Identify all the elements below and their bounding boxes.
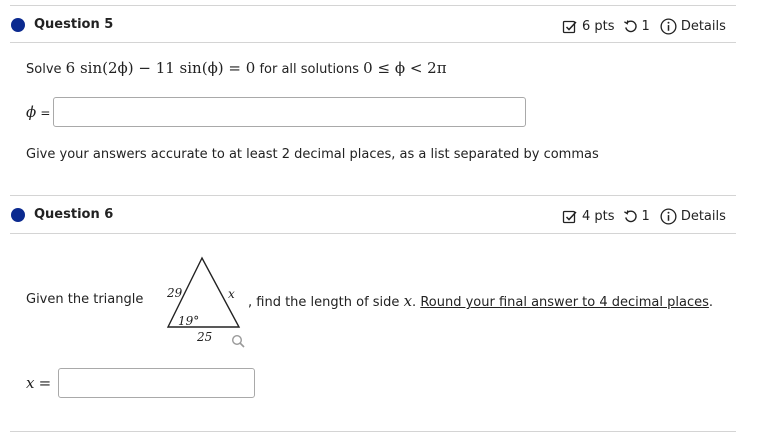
info-icon[interactable] — [660, 18, 677, 35]
side-x-label: x — [228, 287, 235, 301]
phi-symbol: ϕ — [26, 103, 37, 121]
question-6-meta: 4 pts 1 Details — [562, 208, 726, 225]
divider — [10, 195, 736, 196]
edit-check-icon — [562, 19, 578, 35]
answer-input-phi[interactable] — [53, 97, 526, 127]
equals-sign: = — [38, 374, 52, 392]
period: . — [412, 295, 417, 310]
divider — [10, 42, 736, 43]
base-25-label: 25 — [196, 330, 212, 344]
points-label: 4 pts — [582, 209, 615, 224]
x-symbol: x — [26, 374, 35, 392]
details-link[interactable]: Details — [681, 209, 726, 224]
angle-19-label: 19° — [178, 314, 199, 328]
answer-label: ϕ = — [26, 103, 50, 121]
given-text: Given the triangle — [26, 292, 144, 307]
attempts-count: 1 — [641, 19, 650, 34]
period: . — [708, 295, 714, 310]
for-all-text: for all solutions — [259, 62, 360, 77]
divider — [10, 5, 736, 6]
question-bullet-icon — [11, 208, 25, 222]
side-29-label: 29 — [166, 286, 183, 300]
question-6-title: Question 6 — [34, 207, 114, 222]
solve-word: Solve — [26, 62, 62, 77]
instructions-text: Give your answers accurate to at least 2… — [26, 147, 599, 162]
divider — [10, 233, 736, 234]
zoom-magnifier-icon[interactable] — [231, 334, 245, 348]
retry-icon[interactable] — [623, 19, 638, 34]
find-text: , find the length of side x. Round your … — [248, 292, 713, 310]
answer-input-x[interactable] — [58, 368, 255, 398]
question-5-meta: 6 pts 1 Details — [562, 18, 726, 35]
triangle-figure[interactable]: 29 19° 25 x — [160, 250, 255, 350]
find-prefix: , find the length of side — [248, 295, 400, 310]
divider — [10, 431, 736, 432]
info-icon[interactable] — [660, 208, 677, 225]
details-link[interactable]: Details — [681, 19, 726, 34]
question-bullet-icon — [11, 18, 25, 32]
equation: 6 sin(2ϕ) − 11 sin(ϕ) = 0 — [65, 59, 256, 77]
attempts-count: 1 — [641, 209, 650, 224]
question-5-prompt: Solve 6 sin(2ϕ) − 11 sin(ϕ) = 0 for all … — [26, 59, 447, 77]
edit-check-icon — [562, 209, 578, 225]
equals-sign: = — [40, 106, 51, 120]
retry-icon[interactable] — [623, 209, 638, 224]
round-instruction: Round your final answer to 4 decimal pla… — [420, 295, 709, 310]
x-variable: x — [403, 292, 413, 310]
answer-label: x = — [26, 374, 51, 392]
points-label: 6 pts — [582, 19, 615, 34]
domain-range: 0 ≤ ϕ < 2π — [363, 59, 447, 77]
question-5-title: Question 5 — [34, 17, 114, 32]
